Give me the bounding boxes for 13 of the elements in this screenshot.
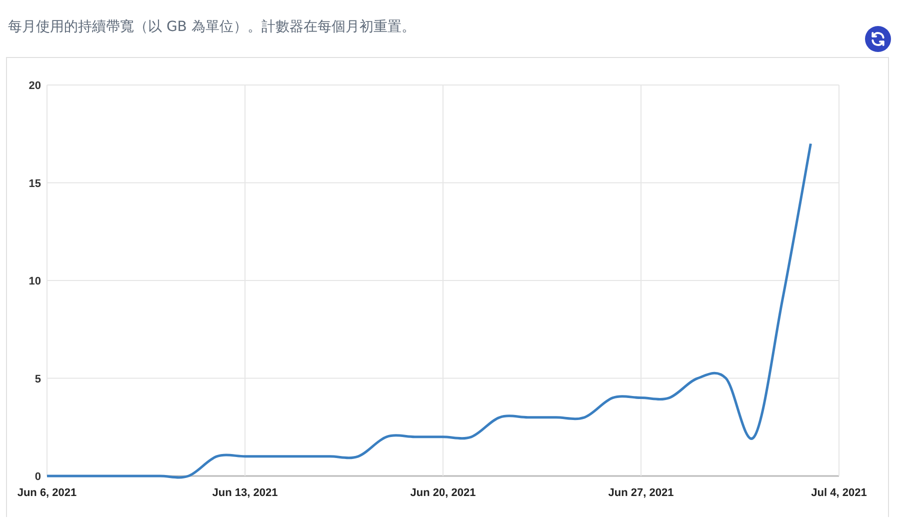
axis-label: 10 [28,276,41,288]
axis-label: 0 [34,471,41,483]
chart-description: 每月使用的持續帶寬（以 GB 為單位）。計數器在每個月初重置。 [8,18,416,36]
refresh-icon [870,31,886,47]
axis-label: Jun 27, 2021 [608,487,674,499]
axis-label: 20 [28,80,41,92]
axis-label: Jun 20, 2021 [410,487,476,499]
axis-label: Jun 6, 2021 [17,487,77,499]
axis-label: Jun 13, 2021 [212,487,278,499]
refresh-button[interactable] [865,26,891,52]
axis-label: 5 [34,373,41,386]
axis-label: 15 [28,178,41,190]
axis-label: Jul 4, 2021 [811,487,867,499]
